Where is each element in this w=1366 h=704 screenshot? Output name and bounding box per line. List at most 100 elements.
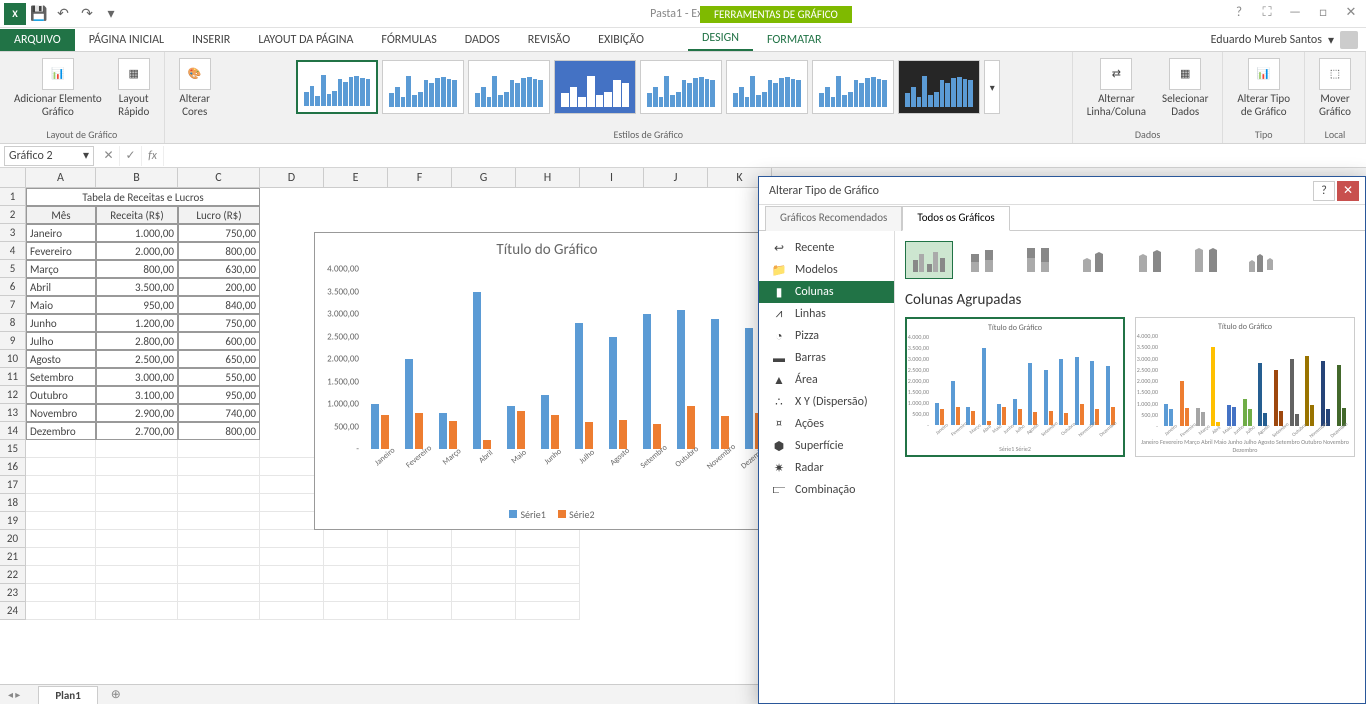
cell-month[interactable]: Março <box>26 260 96 278</box>
chart-category-barras[interactable]: ▬Barras <box>759 347 894 369</box>
tab-file[interactable]: ARQUIVO <box>0 29 75 51</box>
row-header[interactable]: 9 <box>0 332 25 350</box>
cell-revenue[interactable]: 2.000,00 <box>96 242 178 260</box>
tab-review[interactable]: REVISÃO <box>514 29 584 51</box>
maximize-icon[interactable]: □ <box>1312 2 1334 22</box>
switch-row-column-button[interactable]: ⇄ Alternar Linha/Coluna <box>1081 56 1152 120</box>
chart-category-linhas[interactable]: ⩘Linhas <box>759 303 894 325</box>
add-sheet-button[interactable]: ⊕ <box>106 687 126 703</box>
cell-profit[interactable]: 600,00 <box>178 332 260 350</box>
subtype-3d-clustered-column[interactable] <box>1073 241 1121 279</box>
row-header[interactable]: 3 <box>0 224 25 242</box>
chart-preview-2[interactable]: Título do Gráfico 4.000,003.500,003.000,… <box>1135 317 1355 457</box>
sheet-nav[interactable]: ◂ ▸ <box>0 688 28 701</box>
tab-all-charts[interactable]: Todos os Gráficos <box>902 206 1009 231</box>
cell-profit[interactable]: 800,00 <box>178 422 260 440</box>
tab-insert[interactable]: INSERIR <box>178 29 244 51</box>
cell-month[interactable]: Janeiro <box>26 224 96 242</box>
cell-month[interactable]: Julho <box>26 332 96 350</box>
select-data-button[interactable]: ▦ Selecionar Dados <box>1156 56 1214 120</box>
col-header[interactable]: J <box>644 168 708 187</box>
cell-profit[interactable]: 800,00 <box>178 242 260 260</box>
row-header[interactable]: 11 <box>0 368 25 386</box>
cell-revenue[interactable]: 2.700,00 <box>96 422 178 440</box>
tab-home[interactable]: PÁGINA INICIAL <box>75 29 178 51</box>
chart-style-3[interactable] <box>468 60 550 114</box>
cell-profit[interactable]: 950,00 <box>178 386 260 404</box>
chart-style-6[interactable] <box>726 60 808 114</box>
row-header[interactable]: 8 <box>0 314 25 332</box>
row-header[interactable]: 19 <box>0 512 25 530</box>
enter-formula-icon[interactable]: ✓ <box>120 146 142 166</box>
row-header[interactable]: 13 <box>0 404 25 422</box>
chevron-down-icon[interactable]: ▾ <box>83 148 89 163</box>
subtype-clustered-column[interactable] <box>905 241 953 279</box>
minimize-icon[interactable]: — <box>1284 2 1306 22</box>
cell-month[interactable]: Agosto <box>26 350 96 368</box>
row-header[interactable]: 6 <box>0 278 25 296</box>
chart-style-7[interactable] <box>812 60 894 114</box>
chart-category-modelos[interactable]: 📁Modelos <box>759 259 894 281</box>
chevron-down-icon[interactable]: ▾ <box>1328 33 1334 48</box>
chart-style-4[interactable] <box>554 60 636 114</box>
th-profit[interactable]: Lucro (R$) <box>178 206 260 224</box>
row-header[interactable]: 24 <box>0 602 25 620</box>
chart-category-combinao[interactable]: ⫍Combinação <box>759 479 894 501</box>
row-header[interactable]: 7 <box>0 296 25 314</box>
row-header[interactable]: 16 <box>0 458 25 476</box>
col-header[interactable]: C <box>178 168 260 187</box>
row-header[interactable]: 21 <box>0 548 25 566</box>
chart-category-aes[interactable]: ¤Ações <box>759 413 894 435</box>
row-header[interactable]: 15 <box>0 440 25 458</box>
gallery-more-button[interactable]: ▾ <box>984 60 1000 114</box>
cell-month[interactable]: Outubro <box>26 386 96 404</box>
row-header[interactable]: 22 <box>0 566 25 584</box>
cell-profit[interactable]: 630,00 <box>178 260 260 278</box>
chart-style-1[interactable] <box>296 60 378 114</box>
row-header[interactable]: 4 <box>0 242 25 260</box>
formula-input[interactable] <box>164 146 1366 166</box>
chart-category-xydisperso[interactable]: ∴X Y (Dispersão) <box>759 391 894 413</box>
col-header[interactable]: H <box>516 168 580 187</box>
close-icon[interactable]: ✕ <box>1340 2 1362 22</box>
name-box[interactable]: Gráfico 2▾ <box>4 146 94 166</box>
th-month[interactable]: Mês <box>26 206 96 224</box>
col-header[interactable]: D <box>260 168 324 187</box>
embedded-chart[interactable]: Título do Gráfico 4.000,003.500,003.000,… <box>314 232 780 530</box>
cell-profit[interactable]: 200,00 <box>178 278 260 296</box>
subtype-3d-100-stacked-column[interactable] <box>1185 241 1233 279</box>
cell-revenue[interactable]: 800,00 <box>96 260 178 278</box>
cell-month[interactable]: Novembro <box>26 404 96 422</box>
subtype-3d-stacked-column[interactable] <box>1129 241 1177 279</box>
col-header[interactable]: I <box>580 168 644 187</box>
chart-category-superfcie[interactable]: ⬢Superfície <box>759 435 894 457</box>
change-colors-button[interactable]: 🎨 Alterar Cores <box>173 56 217 120</box>
cell-month[interactable]: Junho <box>26 314 96 332</box>
add-chart-element-button[interactable]: 📊 Adicionar Elemento Gráfico <box>8 56 108 120</box>
cell-month[interactable]: Fevereiro <box>26 242 96 260</box>
chart-category-colunas[interactable]: ▮Colunas <box>759 281 894 303</box>
chart-category-pizza[interactable]: ◔Pizza <box>759 325 894 347</box>
cell-profit[interactable]: 550,00 <box>178 368 260 386</box>
sheet-tab[interactable]: Plan1 <box>38 686 97 704</box>
row-header[interactable]: 14 <box>0 422 25 440</box>
cell-month[interactable]: Dezembro <box>26 422 96 440</box>
cell-profit[interactable]: 740,00 <box>178 404 260 422</box>
cell-profit[interactable]: 840,00 <box>178 296 260 314</box>
row-header[interactable]: 2 <box>0 206 25 224</box>
ribbon-display-icon[interactable]: ⛶ <box>1256 2 1278 22</box>
row-header[interactable]: 23 <box>0 584 25 602</box>
quick-layout-button[interactable]: ▦ Layout Rápido <box>112 56 156 120</box>
subtype-stacked-column[interactable] <box>961 241 1009 279</box>
chart-category-recente[interactable]: ↩Recente <box>759 237 894 259</box>
cell-revenue[interactable]: 2.800,00 <box>96 332 178 350</box>
tab-formulas[interactable]: FÓRMULAS <box>367 29 450 51</box>
cell-month[interactable]: Abril <box>26 278 96 296</box>
col-header[interactable]: F <box>388 168 452 187</box>
cell-revenue[interactable]: 1.200,00 <box>96 314 178 332</box>
tab-recommended-charts[interactable]: Gráficos Recomendados <box>765 206 902 231</box>
chart-preview-1[interactable]: Título do Gráfico 4.000,003.500,003.000,… <box>905 317 1125 457</box>
subtype-3d-column[interactable] <box>1241 241 1289 279</box>
cell-revenue[interactable]: 3.000,00 <box>96 368 178 386</box>
tab-design[interactable]: DESIGN <box>688 27 753 51</box>
